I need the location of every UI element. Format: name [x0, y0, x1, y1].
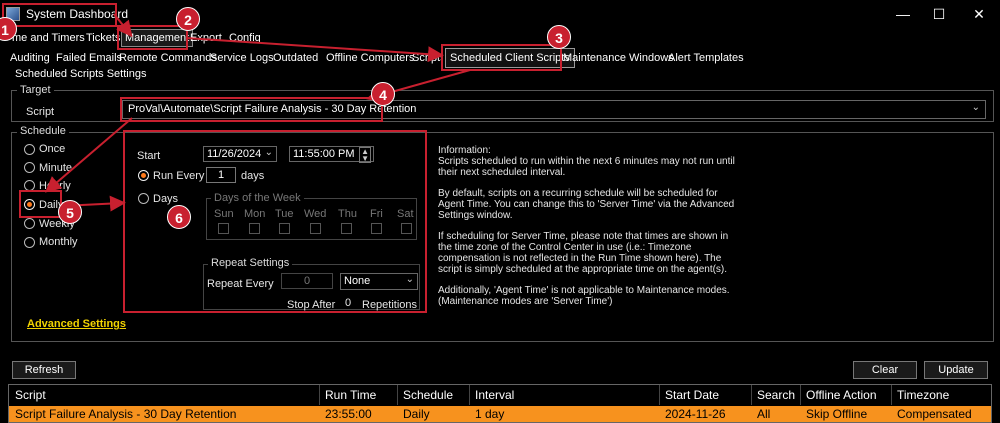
step-badge-3: 3: [547, 25, 571, 49]
step-badge-4: 4: [371, 82, 395, 106]
step-badge-6: 6: [167, 205, 191, 229]
arrow-4-to-5: [44, 117, 133, 193]
arrow-2-to-3: [185, 37, 444, 63]
arrow-1-to-2: [113, 13, 133, 38]
annotation-arrows: [44, 13, 471, 212]
step-badge-5: 5: [58, 200, 82, 224]
step-badge-2: 2: [176, 7, 200, 31]
